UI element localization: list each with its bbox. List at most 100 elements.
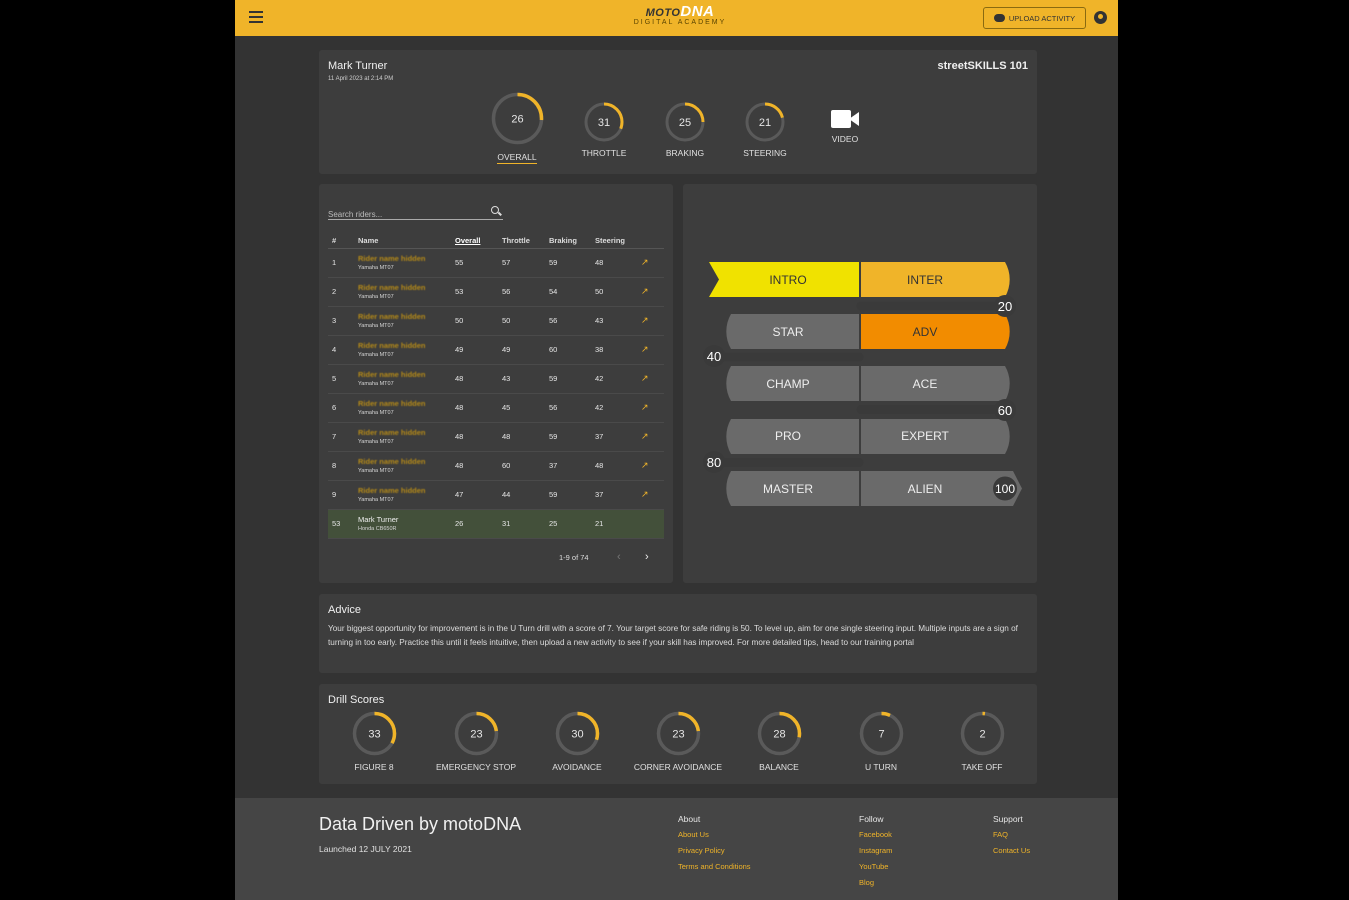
score-ring: 31 — [584, 102, 624, 142]
table-row[interactable]: 3 Rider name hidden Yamaha MT07 50 50 56 43 ↗ — [328, 306, 664, 336]
footer-link-blog[interactable]: Blog — [859, 878, 892, 894]
profile-score-overall[interactable]: 26 OVERALL — [487, 90, 547, 165]
table-row[interactable]: 53 Mark Turner Honda CB650R 26 31 25 21 — [328, 509, 664, 539]
profile-score-label: OVERALL — [497, 152, 537, 164]
footer-link-terms[interactable]: Terms and Conditions — [678, 862, 751, 878]
level-label-expert: EXPERT — [901, 429, 949, 443]
cell-throttle: 43 — [498, 364, 545, 394]
profile-score-video[interactable]: VIDEO — [815, 108, 875, 144]
rider-name: Rider name hidden — [358, 457, 426, 466]
rider-bike: Yamaha MT07 — [358, 294, 394, 300]
search-riders-input[interactable] — [328, 207, 483, 222]
trending-up-icon[interactable]: ↗ — [641, 344, 649, 354]
score-ring-value: 26 — [511, 114, 523, 126]
cell-braking: 25 — [545, 509, 591, 539]
cell-braking: 59 — [545, 364, 591, 394]
footer-link-contact[interactable]: Contact Us — [993, 846, 1030, 862]
drill-score-corner-avoidance[interactable]: 23 CORNER AVOIDANCE — [628, 709, 728, 772]
trending-up-icon[interactable]: ↗ — [641, 460, 649, 470]
cell-rider: Rider name hidden Yamaha MT07 — [354, 364, 451, 394]
account-circle-icon[interactable] — [1094, 11, 1107, 24]
search-icon[interactable] — [491, 206, 499, 214]
activity-date: 11 April 2023 at 2:14 PM — [328, 76, 394, 82]
cell-overall: 26 — [451, 509, 498, 539]
level-progress-card: INTRO INTER STAR ADV CHAMP ACE PRO EXPER… — [683, 184, 1037, 583]
marker-40: 40 — [707, 349, 721, 364]
rider-bike: Yamaha MT07 — [358, 352, 394, 358]
cell-throttle: 45 — [498, 393, 545, 423]
footer-link-faq[interactable]: FAQ — [993, 830, 1030, 846]
profile-score-throttle[interactable]: 31 THROTTLE — [574, 100, 634, 158]
cell-trend: ↗ — [637, 364, 664, 394]
trending-up-icon[interactable]: ↗ — [641, 257, 649, 267]
col-trend — [637, 234, 664, 249]
footer-follow-col: Follow Facebook Instagram YouTube Blog — [859, 814, 892, 894]
hamburger-menu-icon[interactable] — [249, 11, 263, 25]
search-field[interactable] — [328, 204, 503, 222]
rider-bike: Yamaha MT07 — [358, 497, 394, 503]
trending-up-icon[interactable]: ↗ — [641, 489, 649, 499]
col-overall[interactable]: Overall — [451, 234, 498, 249]
profile-score-steering[interactable]: 21 STEERING — [735, 100, 795, 158]
app-frame: MOTODNA DIGITAL ACADEMY UPLOAD ACTIVITY … — [235, 0, 1118, 900]
drill-score-label: BALANCE — [759, 762, 799, 772]
drill-score-avoidance[interactable]: 30 AVOIDANCE — [527, 709, 627, 772]
video-camera-icon — [829, 108, 861, 130]
drill-score-balance[interactable]: 28 BALANCE — [729, 709, 829, 772]
cell-throttle: 44 — [498, 480, 545, 510]
upload-activity-button[interactable]: UPLOAD ACTIVITY — [983, 7, 1086, 29]
cell-overall: 49 — [451, 335, 498, 365]
score-ring-value: 23 — [470, 729, 482, 741]
score-ring: 23 — [454, 711, 498, 756]
table-row[interactable]: 2 Rider name hidden Yamaha MT07 53 56 54 50 ↗ — [328, 277, 664, 307]
table-row[interactable]: 5 Rider name hidden Yamaha MT07 48 43 59 42 ↗ — [328, 364, 664, 394]
cell-rank: 9 — [328, 480, 354, 510]
chevron-right-icon[interactable]: › — [645, 551, 649, 563]
drill-score-emergency-stop[interactable]: 23 EMERGENCY STOP — [426, 709, 526, 772]
leaderboard-table: # Name Overall Throttle Braking Steering… — [328, 234, 664, 539]
cell-steering: 37 — [591, 480, 637, 510]
chevron-left-icon[interactable]: ‹ — [617, 551, 621, 563]
trending-up-icon[interactable]: ↗ — [641, 286, 649, 296]
cell-trend: ↗ — [637, 248, 664, 278]
drill-score-u-turn[interactable]: 7 U TURN — [831, 709, 931, 772]
marker-100: 100 — [995, 482, 1015, 496]
footer-link-instagram[interactable]: Instagram — [859, 846, 892, 862]
level-label-ace: ACE — [913, 377, 938, 391]
profile-score-braking[interactable]: 25 BRAKING — [655, 100, 715, 158]
cell-trend: ↗ — [637, 422, 664, 452]
trending-up-icon[interactable]: ↗ — [641, 402, 649, 412]
trending-up-icon[interactable]: ↗ — [641, 315, 649, 325]
score-ring-value: 31 — [598, 117, 610, 129]
col-braking[interactable]: Braking — [545, 234, 591, 249]
col-steering[interactable]: Steering — [591, 234, 637, 249]
rider-bike: Yamaha MT07 — [358, 410, 394, 416]
motodna-logo[interactable]: MOTODNA DIGITAL ACADEMY — [615, 3, 745, 33]
table-row[interactable]: 1 Rider name hidden Yamaha MT07 55 57 59 48 ↗ — [328, 248, 664, 278]
footer-link-privacy[interactable]: Privacy Policy — [678, 846, 751, 862]
trending-up-icon[interactable]: ↗ — [641, 373, 649, 383]
table-row[interactable]: 9 Rider name hidden Yamaha MT07 47 44 59 37 ↗ — [328, 480, 664, 510]
cell-throttle: 56 — [498, 277, 545, 307]
table-row[interactable]: 6 Rider name hidden Yamaha MT07 48 45 56 42 ↗ — [328, 393, 664, 423]
cell-overall: 47 — [451, 480, 498, 510]
cell-trend: ↗ — [637, 335, 664, 365]
profile-score-label: VIDEO — [831, 134, 859, 144]
col-throttle[interactable]: Throttle — [498, 234, 545, 249]
footer-support-heading: Support — [993, 814, 1023, 824]
footer-link-youtube[interactable]: YouTube — [859, 862, 892, 878]
footer-link-facebook[interactable]: Facebook — [859, 830, 892, 846]
drill-score-take-off[interactable]: 2 TAKE OFF — [932, 709, 1032, 772]
table-row[interactable]: 7 Rider name hidden Yamaha MT07 48 48 59 37 ↗ — [328, 422, 664, 452]
col-name[interactable]: Name — [354, 234, 451, 249]
drill-score-figure-8[interactable]: 33 FIGURE 8 — [324, 709, 424, 772]
table-row[interactable]: 4 Rider name hidden Yamaha MT07 49 49 60 38 ↗ — [328, 335, 664, 365]
profile-score-label: THROTTLE — [581, 148, 627, 158]
cell-rank: 53 — [328, 509, 354, 539]
rider-name: Rider name hidden — [358, 428, 426, 437]
trending-up-icon[interactable]: ↗ — [641, 431, 649, 441]
footer-link-about-us[interactable]: About Us — [678, 830, 751, 846]
cloud-upload-icon — [993, 14, 1005, 22]
table-row[interactable]: 8 Rider name hidden Yamaha MT07 48 60 37 48 ↗ — [328, 451, 664, 481]
cell-rider: Rider name hidden Yamaha MT07 — [354, 422, 451, 452]
